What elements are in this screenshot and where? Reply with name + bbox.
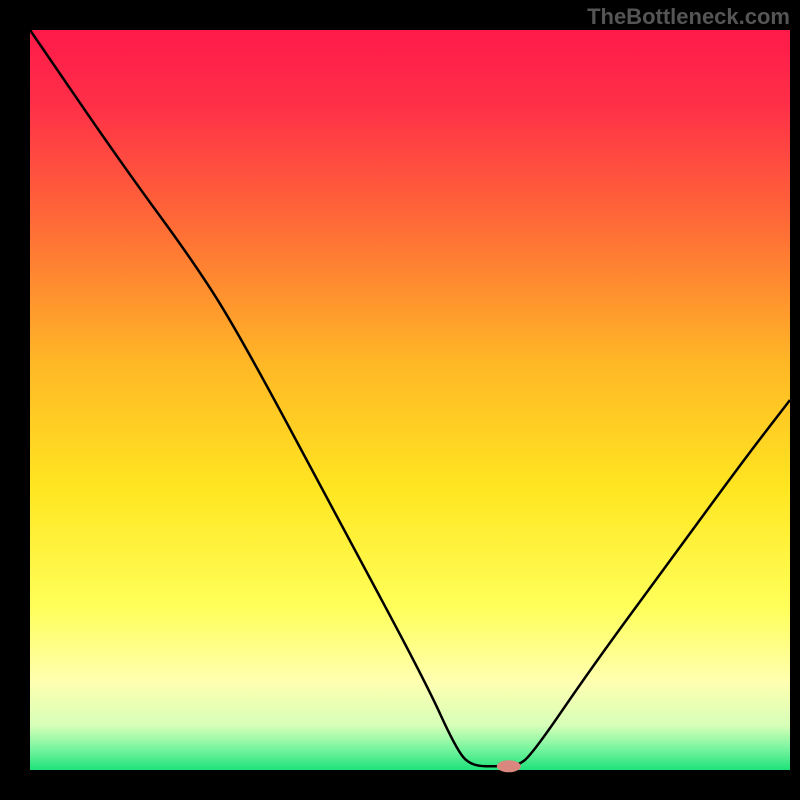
watermark-text: TheBottleneck.com — [587, 4, 790, 30]
plot-background — [30, 30, 790, 770]
chart-svg — [0, 0, 800, 800]
optimal-marker — [497, 760, 521, 772]
bottleneck-chart — [0, 0, 800, 800]
